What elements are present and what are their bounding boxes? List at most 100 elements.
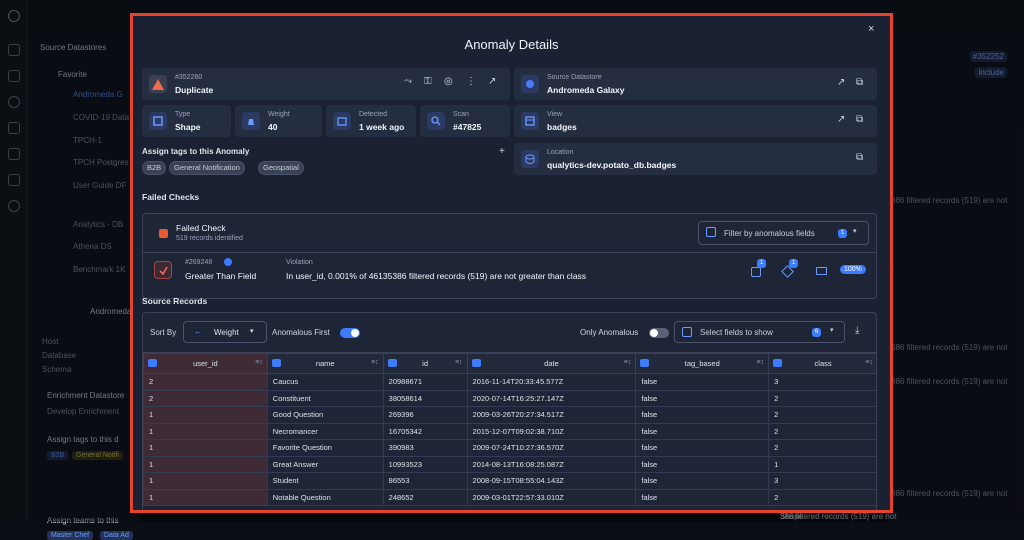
tag-chip[interactable]: Geospatial xyxy=(258,161,304,175)
scan-label: Scan xyxy=(453,111,469,118)
table-cell-user_id: 1 xyxy=(143,472,268,490)
anomalous-first-label: Anomalous First xyxy=(272,328,330,337)
coverage-badge: 100% xyxy=(840,265,866,274)
toggle-knob xyxy=(650,329,658,337)
table-row: 2 Constituent 38058614 2020-07-14T16:25:27.… xyxy=(143,389,876,407)
monitor-icon[interactable] xyxy=(816,267,827,275)
table-cell-tag_based: false xyxy=(635,472,770,490)
info-icon[interactable] xyxy=(224,258,232,266)
table-cell-tag_based: false xyxy=(635,406,770,424)
column-header-date[interactable]: date ≡↕ xyxy=(466,353,637,374)
add-tag-button[interactable]: + xyxy=(499,146,505,157)
weight-label: Weight xyxy=(268,111,290,118)
table-cell-class: 3 xyxy=(768,373,876,391)
table-cell-date: 2009-03-26T20:27:34.517Z xyxy=(466,406,637,424)
table-cell-user_id: 1 xyxy=(143,439,268,457)
table-cell-class: 2 xyxy=(768,389,876,407)
table-cell-id: 38058614 xyxy=(382,389,468,407)
check-icon xyxy=(154,261,172,279)
table-cell-id: 20988671 xyxy=(382,373,468,391)
sort-icon[interactable]: ≡↕ xyxy=(455,359,463,366)
table-cell-name: Great Answer xyxy=(266,455,384,473)
toggle-knob xyxy=(351,329,359,337)
table-cell-tag_based: false xyxy=(635,455,770,473)
table-cell-user_id: 1 xyxy=(143,488,268,506)
open-external-icon[interactable]: ↗ xyxy=(837,114,845,125)
copy-icon[interactable]: ⧉ xyxy=(856,77,863,88)
table-cell-user_id: 2 xyxy=(143,389,268,407)
download-icon[interactable]: ⤓ xyxy=(855,325,859,336)
comment-icon[interactable] xyxy=(640,359,650,367)
sort-icon[interactable]: ≡↕ xyxy=(757,359,765,366)
comment-icon[interactable] xyxy=(471,359,481,367)
comment-icon[interactable] xyxy=(148,359,157,367)
only-anomalous-toggle[interactable] xyxy=(649,328,669,338)
copy-icon[interactable]: ⧉ xyxy=(856,114,863,125)
more-icon[interactable]: ⋮ xyxy=(466,76,476,87)
scan-value[interactable]: #47825 xyxy=(453,122,481,132)
detected-label: Detected xyxy=(359,111,388,118)
tag-chip[interactable]: B2B xyxy=(142,161,167,175)
comment-icon[interactable] xyxy=(271,359,281,367)
anomaly-header-card: #352260 Duplicate ⤳ ⚿ ◎ ⋮ ↗ xyxy=(142,68,510,100)
failed-checks-title: Failed Checks xyxy=(142,192,200,202)
table-cell-date: 2015-12-07T09:02:38.710Z xyxy=(466,422,637,440)
table-icon xyxy=(521,112,539,130)
table-cell-date: 2020-07-14T16:25:27.147Z xyxy=(466,389,637,407)
table-cell-date: 2009-03-01T22:57:33.010Z xyxy=(466,488,637,506)
close-button[interactable]: × xyxy=(868,23,874,35)
column-header-id[interactable]: id ≡↕ xyxy=(382,353,468,374)
sort-select[interactable]: ← Weight ▾ xyxy=(183,321,267,343)
table-body: 2 Caucus 20988671 2016-11-14T20:33:45.577Z f… xyxy=(143,373,876,506)
column-header-name[interactable]: name ≡↕ xyxy=(266,353,384,374)
records-grid: user_id ≡↕ name ≡↕ id ≡↕ date ≡↕ tag_based ≡↕ clas… xyxy=(143,353,876,506)
filter-anomalous-fields-select[interactable]: Filter by anomalous fields 1 ▾ xyxy=(698,221,869,245)
table-cell-id: 10993523 xyxy=(382,455,468,473)
columns-icon xyxy=(682,327,692,337)
share-icon[interactable]: ⤳ xyxy=(404,76,412,87)
failed-check-count: 519 records identified xyxy=(176,235,243,242)
key-icon[interactable]: ⚿ xyxy=(424,76,432,87)
sort-icon[interactable]: ≡↕ xyxy=(624,359,632,366)
open-external-icon[interactable]: ↗ xyxy=(488,76,496,87)
select-fields-select[interactable]: Select fields to show 6 ▾ xyxy=(674,321,845,343)
tag-chip[interactable]: General Notification xyxy=(169,161,245,175)
table-cell-name: Caucus xyxy=(266,373,384,391)
column-label: class xyxy=(814,359,832,368)
columns-icon xyxy=(706,227,716,237)
table-row: 1 Favorite Question 390983 2009-07-24T10:27… xyxy=(143,439,876,457)
copy-icon[interactable]: ⧉ xyxy=(856,152,863,163)
fingerprint-icon[interactable]: ◎ xyxy=(444,76,453,87)
sort-icon[interactable]: ≡↕ xyxy=(865,359,873,366)
table-cell-user_id: 1 xyxy=(143,455,268,473)
column-header-user_id[interactable]: user_id ≡↕ xyxy=(143,353,268,374)
shape-icon xyxy=(149,112,167,130)
divider xyxy=(143,252,876,253)
column-label: date xyxy=(544,359,559,368)
table-row: 1 Great Answer 10993523 2014-08-13T16:08:25… xyxy=(143,455,876,473)
anomalous-first-toggle[interactable] xyxy=(340,328,360,338)
table-cell-tag_based: false xyxy=(635,422,770,440)
table-cell-user_id: 1 xyxy=(143,422,268,440)
column-label: tag_based xyxy=(684,359,720,368)
fields-count-badge: 6 xyxy=(812,328,822,337)
arrow-left-icon: ← xyxy=(194,327,202,336)
datastore-value: Andromeda Galaxy xyxy=(547,85,625,95)
type-value: Shape xyxy=(175,122,201,132)
location-label: Location xyxy=(547,149,574,156)
sort-icon[interactable]: ≡↕ xyxy=(371,359,379,366)
comment-icon[interactable] xyxy=(773,359,783,367)
table-cell-id: 390983 xyxy=(382,439,468,457)
column-header-class[interactable]: class ≡↕ xyxy=(768,353,876,374)
team-chip: Data Ad xyxy=(100,531,133,540)
column-label: id xyxy=(422,359,429,368)
columns-icon[interactable] xyxy=(751,267,761,277)
comment-icon[interactable] xyxy=(387,359,397,367)
open-external-icon[interactable]: ↗ xyxy=(837,77,845,88)
table-cell-name: Notable Question xyxy=(266,488,384,506)
sort-icon[interactable]: ≡↕ xyxy=(255,359,263,366)
filter-label: Filter by anomalous fields xyxy=(724,229,815,238)
failed-check-title: Failed Check xyxy=(176,223,226,233)
column-header-tag_based[interactable]: tag_based ≡↕ xyxy=(635,353,770,374)
table-cell-class: 2 xyxy=(768,488,876,506)
